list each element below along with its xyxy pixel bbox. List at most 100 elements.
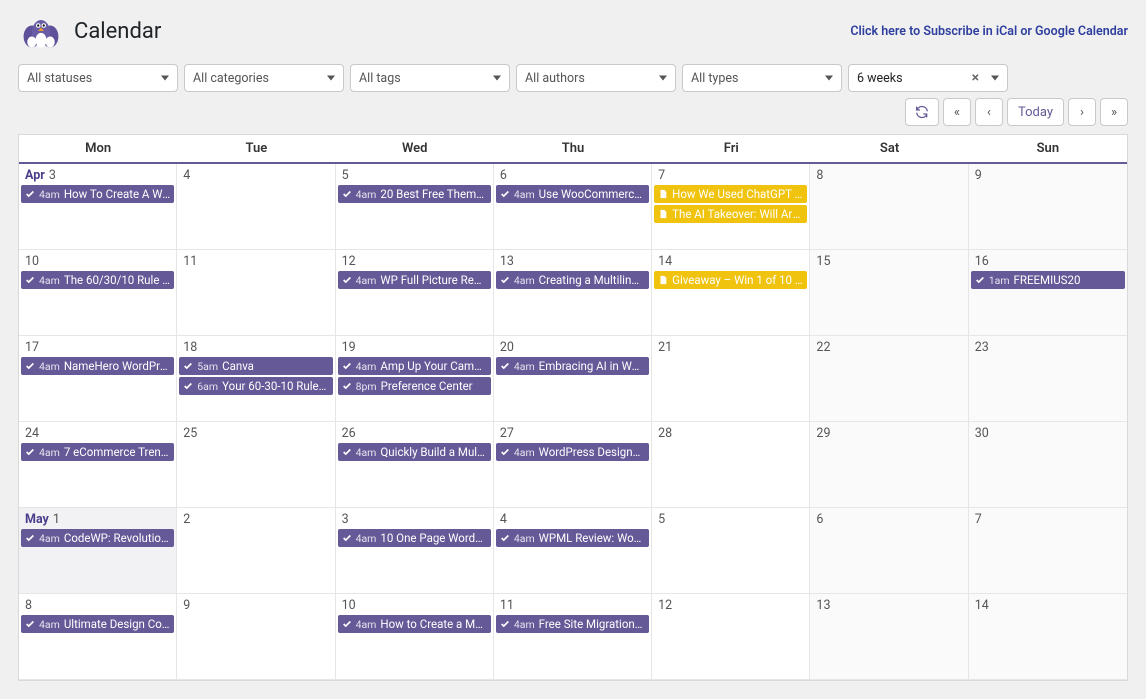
calendar-event[interactable]: 4am The 60/30/10 Rule Ma... xyxy=(21,271,174,289)
calendar-event[interactable]: The AI Takeover: Will Artif... xyxy=(654,205,807,223)
calendar-day[interactable]: 14 xyxy=(969,594,1127,680)
calendar-day[interactable]: May14amCodeWP: Revolutioniz... xyxy=(19,508,177,594)
filter-tag[interactable]: All tags xyxy=(350,64,510,92)
calendar-day[interactable]: 5 xyxy=(652,508,810,594)
calendar-day[interactable]: 15 xyxy=(810,250,968,336)
calendar-event[interactable]: 4am10 One Page WordPre... xyxy=(338,529,491,547)
day-number: 23 xyxy=(969,336,1127,357)
calendar-day[interactable]: 54am20 Best Free Themes ... xyxy=(336,164,494,250)
calendar-event[interactable]: 4amNameHero WordPress... xyxy=(21,357,174,375)
subscribe-link[interactable]: Click here to Subscribe in iCal or Googl… xyxy=(850,24,1128,39)
clear-icon[interactable]: × xyxy=(972,70,979,86)
calendar-event[interactable]: 4amAmp Up Your Campai... xyxy=(338,357,491,375)
day-number: 14 xyxy=(652,250,809,271)
calendar-event[interactable]: 4am Ultimate Design Contr... xyxy=(21,615,174,633)
calendar-day[interactable]: 114amFree Site Migrations t... xyxy=(494,594,652,680)
calendar-event[interactable]: 4amFree Site Migrations t... xyxy=(496,615,649,633)
calendar-nav: « ‹ Today › » xyxy=(18,98,1128,126)
calendar-day[interactable]: 194amAmp Up Your Campai...8pmPreference … xyxy=(336,336,494,422)
calendar-event[interactable]: 4amQuickly Build a Multili... xyxy=(338,443,491,461)
nav-today-button[interactable]: Today xyxy=(1007,98,1064,126)
calendar-day[interactable]: 6 xyxy=(810,508,968,594)
event-title: Quickly Build a Multili... xyxy=(380,445,486,459)
filter-type[interactable]: All types xyxy=(682,64,842,92)
filter-author[interactable]: All authors xyxy=(516,64,676,92)
filter-category[interactable]: All categories xyxy=(184,64,344,92)
calendar-day[interactable]: 8 xyxy=(810,164,968,250)
calendar-day[interactable]: 161amFREEMIUS20 xyxy=(969,250,1127,336)
calendar-day[interactable]: 134amCreating a Multilingua... xyxy=(494,250,652,336)
calendar-day[interactable]: Apr34amHow To Create A Woo... xyxy=(19,164,177,250)
calendar-day[interactable]: 9 xyxy=(177,594,335,680)
filter-status[interactable]: All statuses xyxy=(18,64,178,92)
calendar-day[interactable]: 25 xyxy=(177,422,335,508)
calendar-day[interactable]: 34am10 One Page WordPre... xyxy=(336,508,494,594)
calendar-day[interactable]: 7How We Used ChatGPT to...The AI Takeove… xyxy=(652,164,810,250)
calendar-day[interactable]: 14Giveaway – Win 1 of 10 O... xyxy=(652,250,810,336)
calendar-day[interactable]: 244am7 eCommerce Trends ... xyxy=(19,422,177,508)
calendar-event[interactable]: 4amCreating a Multilingua... xyxy=(496,271,649,289)
calendar-event[interactable]: 6amYour 60-30-10 Rule G... xyxy=(179,377,332,395)
day-number: 8 xyxy=(810,164,967,185)
refresh-button[interactable] xyxy=(905,98,939,126)
calendar-event[interactable]: 4amHow to Create a Multil... xyxy=(338,615,491,633)
calendar-day[interactable]: 28 xyxy=(652,422,810,508)
calendar-day[interactable]: 4 xyxy=(177,164,335,250)
filter-range-label: 6 weeks xyxy=(857,71,903,86)
calendar-event[interactable]: 1amFREEMIUS20 xyxy=(971,271,1125,289)
calendar-event[interactable]: 4amWPML Review: WordP... xyxy=(496,529,649,547)
event-time: 4am xyxy=(39,618,60,631)
calendar-day[interactable]: 9 xyxy=(969,164,1127,250)
calendar-day[interactable]: 174amNameHero WordPress... xyxy=(19,336,177,422)
calendar-event[interactable]: 4amEmbracing AI in Web ... xyxy=(496,357,649,375)
event-title: Ultimate Design Contr... xyxy=(64,617,170,631)
calendar-event[interactable]: 4amWP Full Picture Revie... xyxy=(338,271,491,289)
filters: All statuses All categories All tags All… xyxy=(18,64,1128,92)
day-number: Apr3 xyxy=(19,164,176,185)
calendar-day[interactable]: 104amHow to Create a Multil... xyxy=(336,594,494,680)
calendar-event[interactable]: 4am7 eCommerce Trends ... xyxy=(21,443,174,461)
calendar-day[interactable]: 44amWPML Review: WordP... xyxy=(494,508,652,594)
calendar-event[interactable]: 4am20 Best Free Themes ... xyxy=(338,185,491,203)
calendar-event[interactable]: 4amUse WooCommerce t... xyxy=(496,185,649,203)
calendar-day[interactable]: 8 4am Ultimate Design Contr... xyxy=(19,594,177,680)
calendar-day[interactable]: 124amWP Full Picture Revie... xyxy=(336,250,494,336)
nav-prev-button[interactable]: ‹ xyxy=(975,98,1003,126)
chevron-down-icon xyxy=(327,76,335,81)
calendar-day[interactable]: 30 xyxy=(969,422,1127,508)
calendar-event[interactable]: 4amHow To Create A Woo... xyxy=(21,185,174,203)
calendar-day[interactable]: 7 xyxy=(969,508,1127,594)
calendar-day[interactable]: 12 xyxy=(652,594,810,680)
calendar-day[interactable]: 185amCanva6amYour 60-30-10 Rule G... xyxy=(177,336,335,422)
calendar-day[interactable]: 23 xyxy=(969,336,1127,422)
calendar-day[interactable]: 22 xyxy=(810,336,968,422)
calendar-event[interactable]: How We Used ChatGPT to... xyxy=(654,185,807,203)
event-title: 20 Best Free Themes ... xyxy=(380,187,486,201)
calendar-day[interactable]: 104amThe 60/30/10 Rule Ma... xyxy=(19,250,177,336)
calendar-day[interactable]: 13 xyxy=(810,594,968,680)
event-time: 4am xyxy=(39,274,60,287)
header: Calendar Click here to Subscribe in iCal… xyxy=(18,0,1128,64)
nav-last-button[interactable]: » xyxy=(1100,98,1128,126)
day-number: 5 xyxy=(652,508,809,529)
day-number: 13 xyxy=(810,594,967,615)
calendar-event[interactable]: 5amCanva xyxy=(179,357,332,375)
calendar-day[interactable]: 29 xyxy=(810,422,968,508)
nav-first-button[interactable]: « xyxy=(943,98,971,126)
month-label: May xyxy=(25,512,49,527)
calendar-event[interactable]: Giveaway – Win 1 of 10 O... xyxy=(654,271,807,289)
calendar-day[interactable]: 274amWordPress Designer ... xyxy=(494,422,652,508)
day-number: 8 xyxy=(19,594,176,615)
filter-range[interactable]: 6 weeks × xyxy=(848,64,1008,92)
calendar-day[interactable]: 204amEmbracing AI in Web ... xyxy=(494,336,652,422)
calendar-day[interactable]: 264amQuickly Build a Multili... xyxy=(336,422,494,508)
calendar-day[interactable]: 21 xyxy=(652,336,810,422)
calendar-day[interactable]: 11 xyxy=(177,250,335,336)
calendar-event[interactable]: 4amCodeWP: Revolutioniz... xyxy=(21,529,174,547)
calendar-day[interactable]: 2 xyxy=(177,508,335,594)
calendar-event[interactable]: 4amWordPress Designer ... xyxy=(496,443,649,461)
nav-next-button[interactable]: › xyxy=(1068,98,1096,126)
calendar-event[interactable]: 8pmPreference Center xyxy=(338,377,491,395)
event-title: The 60/30/10 Rule Ma... xyxy=(64,273,170,287)
calendar-day[interactable]: 64amUse WooCommerce t... xyxy=(494,164,652,250)
